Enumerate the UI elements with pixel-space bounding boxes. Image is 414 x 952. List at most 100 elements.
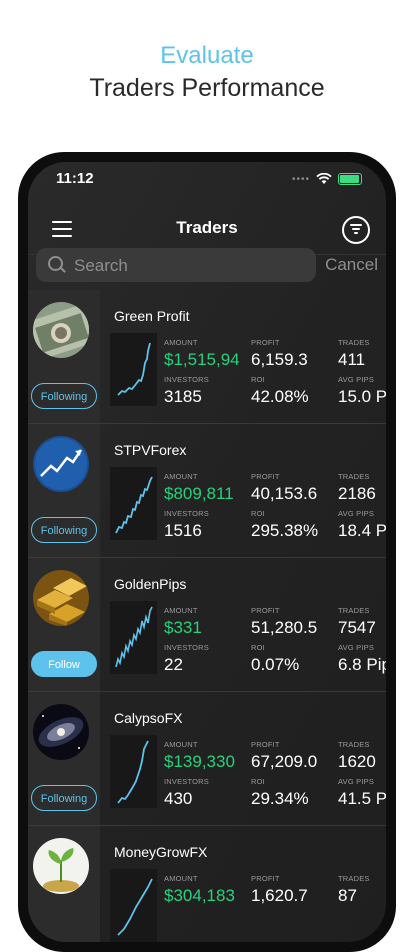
trades-label: TRADES [338, 606, 370, 615]
following-button[interactable]: Following [31, 517, 97, 543]
roi-value: 0.07% [251, 655, 300, 674]
trader-left-panel: Following [28, 290, 100, 423]
trader-row[interactable]: Following CalypsoFX AMOUNT $139,330 PROF… [28, 692, 386, 826]
investors-stat: INVESTORS 430 [164, 777, 209, 809]
search-icon [48, 256, 63, 271]
trader-left-panel: Follow [28, 558, 100, 691]
search-input[interactable] [72, 248, 306, 284]
profit-stat: PROFIT 51,280.5 [251, 606, 317, 638]
trader-avatar [33, 302, 89, 358]
avg-pips-value: 18.4 Pi [338, 521, 386, 540]
amount-value: $304,183 [164, 886, 235, 905]
roi-stat: ROI 42.08% [251, 375, 309, 407]
profit-value: 6,159.3 [251, 350, 308, 369]
trader-left-panel [28, 826, 100, 942]
trader-sparkline [110, 735, 157, 808]
investors-stat: INVESTORS 3185 [164, 375, 209, 407]
investors-value: 1516 [164, 521, 202, 540]
roi-label: ROI [251, 375, 265, 384]
roi-stat: ROI 29.34% [251, 777, 309, 809]
roi-value: 295.38% [251, 521, 319, 540]
hero-title: Traders Performance [89, 74, 325, 102]
trader-name: CalypsoFX [114, 710, 183, 726]
avg-pips-stat: AVG PIPS 15.0 Pi [338, 375, 386, 407]
trades-label: TRADES [338, 472, 370, 481]
roi-stat: ROI 0.07% [251, 643, 299, 675]
trader-row[interactable]: Following Green Profit AMOUNT $1,515,94 … [28, 290, 386, 424]
trader-row[interactable]: MoneyGrowFX AMOUNT $304,183 PROFIT 1,620… [28, 826, 386, 942]
investors-value: 22 [164, 655, 183, 674]
profit-stat: PROFIT 1,620.7 [251, 874, 308, 906]
status-bar: 11:12 •••• [28, 170, 386, 194]
trades-stat: TRADES 411 [338, 338, 370, 370]
profit-label: PROFIT [251, 740, 280, 749]
trades-value: 411 [338, 350, 366, 369]
trader-sparkline [110, 333, 157, 406]
phone-frame: 11:12 •••• Traders Can [18, 152, 396, 952]
profit-value: 51,280.5 [251, 618, 318, 637]
investors-label: INVESTORS [164, 375, 210, 384]
follow-button[interactable]: Follow [31, 651, 97, 677]
investors-value: 430 [164, 789, 193, 808]
status-time: 11:12 [56, 170, 94, 187]
hero-header: Evaluate Traders Performance [0, 40, 414, 104]
amount-label: AMOUNT [164, 874, 198, 883]
filter-icon[interactable] [342, 216, 370, 244]
investors-label: INVESTORS [164, 509, 210, 518]
following-button[interactable]: Following [31, 785, 97, 811]
trader-row[interactable]: Following STPVForex AMOUNT $809,811 PROF… [28, 424, 386, 558]
amount-value: $139,330 [164, 752, 235, 771]
trader-avatar [33, 436, 89, 492]
avg-pips-label: AVG PIPS [338, 777, 375, 786]
amount-label: AMOUNT [164, 606, 198, 615]
battery-icon [338, 173, 362, 185]
nav-title: Traders [176, 218, 238, 237]
trades-stat: TRADES 2186 [338, 472, 376, 504]
profit-stat: PROFIT 40,153.6 [251, 472, 317, 504]
roi-label: ROI [251, 777, 265, 786]
trades-stat: TRADES 1620 [338, 740, 376, 772]
avg-pips-stat: AVG PIPS 6.8 Pip [338, 643, 386, 675]
signal-icon: •••• [291, 173, 310, 185]
profit-label: PROFIT [251, 606, 280, 615]
following-button[interactable]: Following [31, 383, 97, 409]
amount-value: $331 [164, 618, 202, 637]
roi-label: ROI [251, 509, 265, 518]
avg-pips-value: 41.5 Pi [338, 789, 386, 808]
search-box[interactable] [36, 248, 316, 284]
search-row: Cancel [28, 248, 386, 288]
amount-value: $1,515,94 [164, 350, 240, 369]
amount-stat: AMOUNT $1,515,94 [164, 338, 240, 370]
trades-value: 7547 [338, 618, 376, 637]
trades-value: 1620 [338, 752, 376, 771]
avg-pips-stat: AVG PIPS 18.4 Pi [338, 509, 386, 541]
traders-list: Following Green Profit AMOUNT $1,515,94 … [28, 290, 386, 942]
amount-label: AMOUNT [164, 472, 198, 481]
amount-label: AMOUNT [164, 338, 198, 347]
profit-stat: PROFIT 67,209.0 [251, 740, 317, 772]
trader-name: MoneyGrowFX [114, 844, 208, 860]
profit-label: PROFIT [251, 338, 280, 347]
trader-left-panel: Following [28, 692, 100, 825]
trader-sparkline [110, 467, 157, 540]
cancel-button[interactable]: Cancel [325, 255, 378, 275]
investors-label: INVESTORS [164, 643, 210, 652]
amount-stat: AMOUNT $331 [164, 606, 202, 638]
trader-row[interactable]: Follow GoldenPips AMOUNT $331 PROFIT 51,… [28, 558, 386, 692]
trader-avatar [33, 704, 89, 760]
trader-name: STPVForex [114, 442, 187, 458]
avg-pips-value: 15.0 Pi [338, 387, 386, 406]
wifi-icon [316, 173, 332, 184]
amount-label: AMOUNT [164, 740, 198, 749]
investors-stat: INVESTORS 1516 [164, 509, 209, 541]
investors-stat: INVESTORS 22 [164, 643, 209, 675]
amount-stat: AMOUNT $304,183 [164, 874, 235, 906]
trades-label: TRADES [338, 874, 370, 883]
trades-stat: TRADES 87 [338, 874, 370, 906]
trader-avatar [33, 570, 89, 626]
roi-stat: ROI 295.38% [251, 509, 318, 541]
profit-value: 67,209.0 [251, 752, 318, 771]
avg-pips-value: 6.8 Pip [338, 655, 386, 674]
trader-name: GoldenPips [114, 576, 187, 592]
amount-value: $809,811 [164, 484, 234, 503]
